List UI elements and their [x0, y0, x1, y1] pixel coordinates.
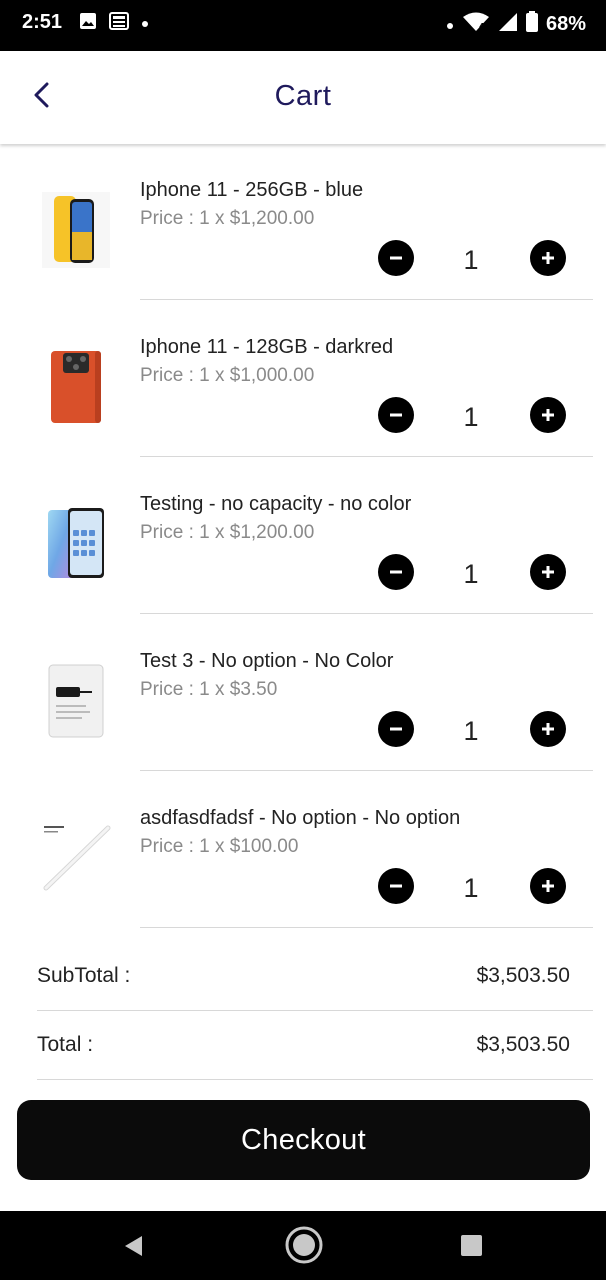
minus-icon: [390, 256, 402, 260]
news-icon: [109, 12, 129, 35]
total-label: Total :: [37, 1033, 94, 1056]
item-price: Price : 1 x $1,200.00: [140, 522, 315, 543]
item-price: Price : 1 x $1,000.00: [140, 365, 315, 386]
cart-item: Test 3 - No option - No Color Price : 1 …: [0, 615, 606, 772]
increase-quantity-button[interactable]: [530, 868, 566, 904]
item-price: Price : 1 x $3.50: [140, 679, 278, 700]
checkout-button[interactable]: Checkout: [17, 1100, 590, 1180]
cart-item: asdfasdfadsf - No option - No option Pri…: [0, 772, 606, 929]
cart-item: Iphone 11 - 256GB - blue Price : 1 x $1,…: [0, 144, 606, 301]
dot-icon: [446, 13, 454, 36]
product-thumbnail[interactable]: [40, 661, 112, 741]
nav-home-icon[interactable]: [284, 1225, 324, 1270]
cart-item: Iphone 11 - 128GB - darkred Price : 1 x …: [0, 301, 606, 458]
app-bar: Cart: [0, 51, 606, 144]
status-right: 4 68%: [446, 11, 586, 38]
minus-icon: [390, 570, 402, 574]
nav-recents-icon[interactable]: [461, 1235, 482, 1256]
item-name: Test 3 - No option - No Color: [140, 650, 394, 672]
svg-text:4: 4: [479, 22, 485, 31]
cart-item: Testing - no capacity - no color Price :…: [0, 458, 606, 615]
total-row: Total : $3,503.50: [37, 1033, 593, 1101]
page-title: Cart: [274, 80, 332, 112]
subtotal-value: $3,503.50: [476, 964, 570, 987]
decrease-quantity-button[interactable]: [378, 711, 414, 747]
image-icon: [79, 12, 97, 35]
quantity-value: 1: [463, 873, 479, 903]
product-thumbnail[interactable]: [40, 818, 112, 898]
item-divider: [140, 770, 593, 771]
battery-percent: 68%: [545, 13, 586, 35]
increase-quantity-button[interactable]: [530, 711, 566, 747]
decrease-quantity-button[interactable]: [378, 397, 414, 433]
decrease-quantity-button[interactable]: [378, 554, 414, 590]
item-divider: [140, 613, 593, 614]
increase-quantity-button[interactable]: [530, 240, 566, 276]
decrease-quantity-button[interactable]: [378, 240, 414, 276]
subtotal-row: SubTotal : $3,503.50: [37, 964, 593, 1032]
minus-icon: [390, 413, 402, 417]
item-price: Price : 1 x $1,200.00: [140, 208, 315, 229]
plus-icon: [542, 566, 554, 578]
signal-icon: [498, 12, 518, 38]
increase-quantity-button[interactable]: [530, 554, 566, 590]
totals-divider: [37, 1079, 593, 1080]
status-time: 2:51: [22, 11, 63, 33]
battery-icon: [525, 11, 538, 38]
item-name: Iphone 11 - 256GB - blue: [140, 179, 364, 201]
item-name: Iphone 11 - 128GB - darkred: [140, 336, 394, 358]
increase-quantity-button[interactable]: [530, 397, 566, 433]
plus-icon: [542, 880, 554, 892]
plus-icon: [542, 723, 554, 735]
system-nav-bar: [0, 1211, 606, 1280]
total-value: $3,503.50: [476, 1033, 570, 1056]
quantity-value: 1: [463, 402, 479, 432]
status-bar: 2:51 4 68%: [0, 0, 606, 51]
item-divider: [140, 927, 593, 928]
decrease-quantity-button[interactable]: [378, 868, 414, 904]
quantity-value: 1: [463, 245, 479, 275]
item-divider: [140, 456, 593, 457]
quantity-value: 1: [463, 559, 479, 589]
plus-icon: [542, 252, 554, 264]
wifi-icon: 4: [462, 12, 490, 38]
status-left-icons: [79, 12, 149, 35]
item-price: Price : 1 x $100.00: [140, 836, 299, 857]
item-divider: [140, 299, 593, 300]
plus-icon: [542, 409, 554, 421]
quantity-value: 1: [463, 716, 479, 746]
item-name: asdfasdfadsf - No option - No option: [140, 807, 461, 829]
dot-icon: [141, 15, 149, 33]
totals-divider: [37, 1010, 593, 1011]
product-thumbnail[interactable]: [40, 190, 112, 270]
product-thumbnail[interactable]: [40, 347, 112, 427]
product-thumbnail[interactable]: [40, 504, 112, 584]
minus-icon: [390, 727, 402, 731]
item-name: Testing - no capacity - no color: [140, 493, 412, 515]
minus-icon: [390, 884, 402, 888]
nav-back-icon[interactable]: [122, 1234, 144, 1263]
subtotal-label: SubTotal :: [37, 964, 131, 987]
